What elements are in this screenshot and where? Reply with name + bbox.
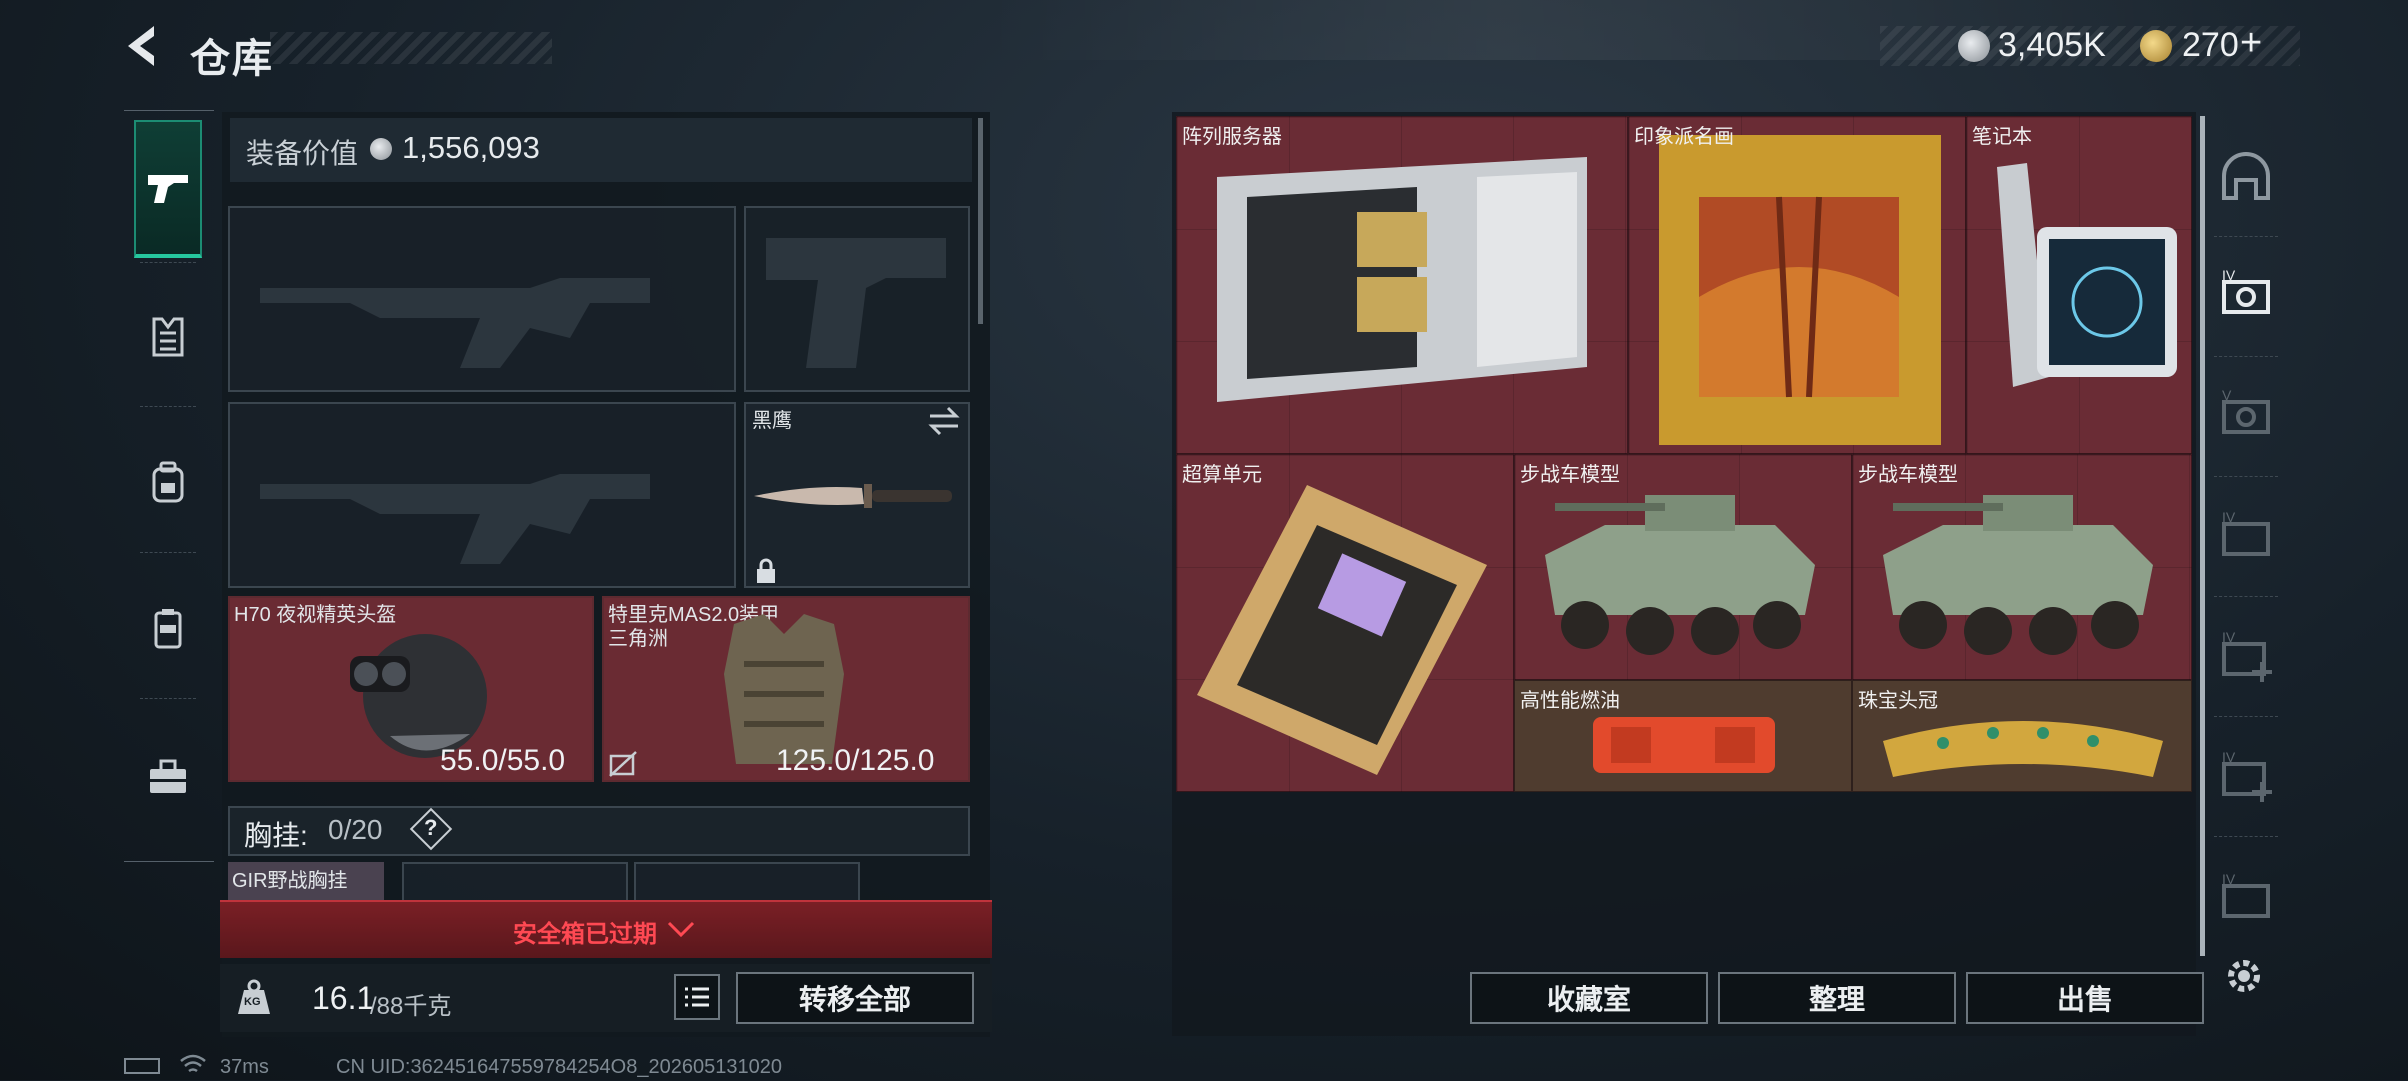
sort-button[interactable]: 整理 xyxy=(1718,972,1956,1024)
silver-coin-icon xyxy=(1958,30,1990,62)
svg-text:IV: IV xyxy=(2222,509,2236,525)
chest-rig-item-name: GIR野战胸挂 xyxy=(232,870,348,892)
help-mark: ? xyxy=(424,815,438,840)
svg-text:V: V xyxy=(2222,387,2232,403)
stash-item-server[interactable] xyxy=(1176,116,1628,454)
tab-divider xyxy=(140,552,196,553)
player-uid: CN UID:362451647559784254O8_202605131020 xyxy=(336,1056,782,1078)
tab-divider xyxy=(140,698,196,699)
tab-divider xyxy=(140,406,196,407)
stash-page-icon[interactable]: IV xyxy=(2218,508,2274,564)
title-hatch-decoration xyxy=(270,32,552,64)
equipment-scrollbar[interactable] xyxy=(978,118,983,324)
pouch-slot[interactable] xyxy=(634,862,860,902)
silver-coin-icon xyxy=(370,138,392,160)
list-icon xyxy=(685,987,709,1007)
server-image xyxy=(1217,157,1587,402)
item-name-compute-unit: 超算单元 xyxy=(1182,464,1262,486)
ifv-model-image xyxy=(1545,495,1815,655)
backup-weapon-slot[interactable] xyxy=(228,402,736,588)
toolbox-icon[interactable] xyxy=(131,740,205,814)
armor-durability: 125.0/125.0 xyxy=(776,744,935,777)
rifle-silhouette-icon xyxy=(260,474,650,564)
helmet-durability: 55.0/55.0 xyxy=(440,744,566,777)
pistol-silhouette-icon xyxy=(766,238,946,368)
ping-value: 37ms xyxy=(220,1056,269,1078)
list-view-button[interactable] xyxy=(674,974,720,1020)
svg-text:IV: IV xyxy=(2222,749,2236,765)
primary-weapon-slot[interactable] xyxy=(228,206,736,392)
stash-scrollbar[interactable] xyxy=(2200,116,2205,956)
ifv-model-image xyxy=(1883,495,2153,655)
swap-arrows-icon[interactable] xyxy=(928,406,960,441)
weight-max: /88千克 xyxy=(370,993,452,1020)
equipment-value-label: 装备价值 xyxy=(246,138,359,169)
painting-image xyxy=(1659,135,1941,445)
stash-item-ifv-model[interactable] xyxy=(1514,454,1852,680)
battery-icon xyxy=(124,1058,160,1074)
page-divider xyxy=(2214,236,2278,237)
item-name-ifv-model: 步战车模型 xyxy=(1520,464,1620,486)
page-divider xyxy=(2214,476,2278,477)
page-divider xyxy=(2214,356,2278,357)
add-gold-button[interactable]: + xyxy=(2240,22,2262,65)
svg-text:IV: IV xyxy=(2222,267,2236,283)
chest-rig-label: 胸挂: xyxy=(244,820,308,851)
safe-box-expired-text: 安全箱已过期 xyxy=(513,921,657,948)
wifi-icon xyxy=(178,1052,208,1081)
knife-icon xyxy=(752,470,962,525)
lock-icon xyxy=(754,558,778,589)
stash-item-painting[interactable] xyxy=(1628,116,1966,454)
back-arrow-icon[interactable] xyxy=(120,22,168,70)
kg-badge: KG xyxy=(244,996,261,1008)
item-name-ifv-model: 步战车模型 xyxy=(1858,464,1958,486)
transfer-all-button[interactable]: 转移全部 xyxy=(736,972,974,1024)
add-stash-page-icon[interactable]: IV xyxy=(2218,748,2274,804)
page-divider xyxy=(2214,716,2278,717)
chevron-down-icon[interactable] xyxy=(666,918,696,945)
silver-amount: 3,405K xyxy=(1998,26,2106,64)
broken-armor-icon xyxy=(608,750,638,783)
stash-page-icon[interactable]: V xyxy=(2218,386,2274,442)
backpack-icon[interactable] xyxy=(131,446,205,520)
page-title: 仓库 xyxy=(190,37,274,81)
laptop-image xyxy=(1997,163,2177,387)
secondary-weapon-slot[interactable] xyxy=(744,206,970,392)
item-name-painting: 印象派名画 xyxy=(1634,126,1734,148)
item-name-tiara: 珠宝头冠 xyxy=(1858,690,1938,712)
compute-unit-image xyxy=(1197,485,1487,775)
gold-amount: 270 xyxy=(2182,26,2239,64)
stash-item-compute-unit[interactable] xyxy=(1176,454,1514,792)
safe-case-icon[interactable] xyxy=(131,592,205,666)
melee-name: 黑鹰 xyxy=(752,410,792,432)
rifle-silhouette-icon xyxy=(260,278,650,368)
home-stash-icon[interactable] xyxy=(2218,150,2274,206)
page-divider xyxy=(2214,836,2278,837)
weight-current: 16.1 xyxy=(312,980,375,1016)
add-stash-page-icon[interactable]: IV xyxy=(2218,628,2274,684)
page-divider xyxy=(2214,596,2278,597)
svg-text:IV: IV xyxy=(2222,629,2236,645)
chest-rig-capacity: 0/20 xyxy=(328,814,383,845)
collection-room-button[interactable]: 收藏室 xyxy=(1470,972,1708,1024)
stash-item-ifv-model[interactable] xyxy=(1852,454,2192,680)
gold-coin-icon[interactable] xyxy=(2140,30,2172,62)
equipment-value: 1,556,093 xyxy=(402,130,540,165)
svg-text:IV: IV xyxy=(2222,871,2236,887)
tab-divider xyxy=(140,262,196,263)
pistol-icon xyxy=(131,152,205,226)
item-name-server: 阵列服务器 xyxy=(1182,126,1282,148)
sell-button[interactable]: 出售 xyxy=(1966,972,2204,1024)
stash-item-laptop[interactable] xyxy=(1966,116,2192,454)
settings-gear-icon[interactable] xyxy=(2222,954,2266,1003)
armor-subname: 三角洲 xyxy=(608,628,668,650)
pouch-slot[interactable] xyxy=(402,862,628,902)
stash-page-icon[interactable]: IV xyxy=(2218,870,2274,926)
item-name-laptop: 笔记本 xyxy=(1972,126,2032,148)
vest-icon[interactable] xyxy=(131,300,205,374)
stash-page-4-icon[interactable]: IV xyxy=(2218,266,2274,322)
item-name-fuel: 高性能燃油 xyxy=(1520,690,1620,712)
